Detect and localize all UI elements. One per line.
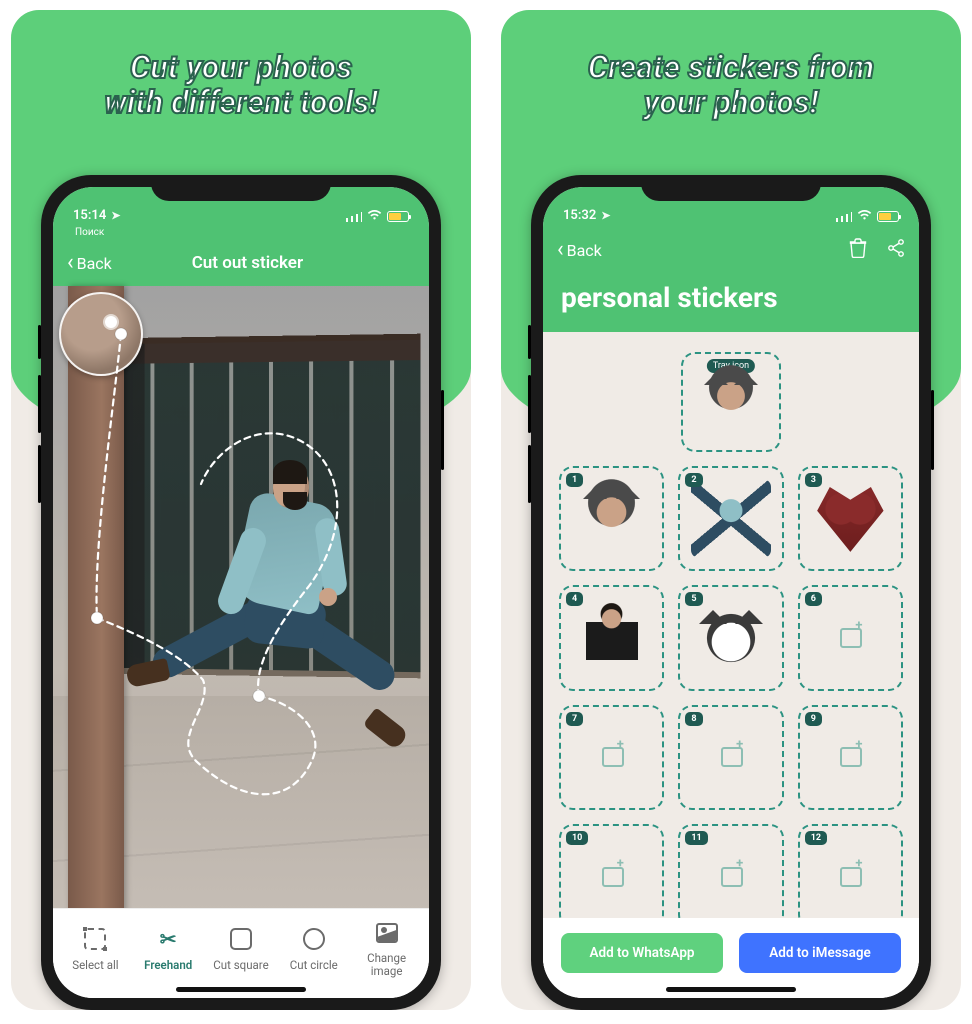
share-button[interactable] xyxy=(887,238,905,263)
sticker-slot[interactable]: 1 xyxy=(559,466,664,571)
wifi-icon xyxy=(857,209,872,223)
sticker-slot[interactable]: 5 xyxy=(678,585,783,690)
add-icon xyxy=(721,867,741,887)
sticker-slot[interactable]: 4 xyxy=(559,585,664,690)
status-carrier: Поиск xyxy=(53,227,429,240)
tool-change-image[interactable]: Change image xyxy=(355,920,419,977)
trash-button[interactable] xyxy=(849,238,867,263)
tool-label: Cut circle xyxy=(290,958,338,972)
sticker-thumb xyxy=(694,365,769,440)
photo-pillar xyxy=(68,286,124,926)
navbar: ‹ Back Cut out sticker xyxy=(53,240,429,286)
add-icon xyxy=(602,867,622,887)
photo-subject xyxy=(133,436,393,776)
sticker-slot[interactable]: 2 xyxy=(678,466,783,571)
add-icon xyxy=(840,628,860,648)
sticker-slot[interactable]: 6 xyxy=(798,585,903,690)
add-icon xyxy=(840,867,860,887)
tool-select-all[interactable]: Select all xyxy=(63,926,127,972)
sticker-slot[interactable]: 12 xyxy=(798,824,903,929)
add-to-whatsapp-button[interactable]: Add to WhatsApp xyxy=(561,933,723,973)
home-indicator xyxy=(176,987,306,992)
sticker-slot[interactable]: 3 xyxy=(798,466,903,571)
phone-device-1: 15:14 ➤ Поиск ‹ xyxy=(41,175,441,1010)
circle-icon xyxy=(303,928,325,950)
sticker-thumb xyxy=(572,479,651,558)
add-icon xyxy=(840,747,860,767)
sticker-slot[interactable]: 11 xyxy=(678,824,783,929)
location-icon: ➤ xyxy=(111,209,120,222)
phone-screen-2: 15:32 ➤ ‹ Back xyxy=(543,187,919,998)
share-icon xyxy=(887,238,905,258)
tool-label: Change image xyxy=(367,952,406,977)
tool-label: Cut square xyxy=(213,958,268,972)
scissors-icon: ✂ xyxy=(155,926,181,952)
square-icon xyxy=(230,928,252,950)
sticker-thumb xyxy=(691,479,770,558)
sticker-slot[interactable]: 9 xyxy=(798,705,903,810)
status-time: 15:32 xyxy=(563,208,596,223)
tray-icon-slot[interactable]: Tray icon xyxy=(681,352,781,452)
sticker-thumb xyxy=(572,598,651,677)
sticker-grid: Tray icon 1 2 3 4 5 6 7 8 9 10 xyxy=(543,332,919,972)
signal-icon xyxy=(836,211,852,222)
battery-icon xyxy=(877,211,899,222)
wifi-icon xyxy=(367,209,382,223)
battery-icon xyxy=(387,211,409,222)
sticker-thumb xyxy=(691,598,770,677)
back-button[interactable]: ‹ Back xyxy=(557,239,602,261)
status-bar: 15:14 ➤ xyxy=(53,187,429,227)
headline-2: Create stickers from your photos! xyxy=(501,50,961,120)
sticker-slot[interactable]: 10 xyxy=(559,824,664,929)
chevron-left-icon: ‹ xyxy=(67,252,74,274)
tool-label: Select all xyxy=(72,958,118,972)
phone-side-button xyxy=(38,375,41,433)
status-time: 15:14 xyxy=(73,208,106,223)
promo-card-2: Create stickers from your photos! 15:32 … xyxy=(501,10,961,1010)
location-icon: ➤ xyxy=(601,209,610,222)
phone-side-button xyxy=(441,390,444,470)
image-icon xyxy=(376,923,398,943)
photo-canvas[interactable] xyxy=(53,286,429,926)
navbar: ‹ Back xyxy=(543,227,919,273)
phone-side-button xyxy=(931,390,934,470)
headline-2-line1: Create stickers from xyxy=(541,50,921,85)
add-icon xyxy=(602,747,622,767)
trash-icon xyxy=(849,238,867,258)
phone-side-button xyxy=(38,445,41,503)
phone-side-button xyxy=(528,375,531,433)
headline-2-line2: your photos! xyxy=(541,85,921,120)
phone-side-button xyxy=(528,325,531,359)
chevron-left-icon: ‹ xyxy=(557,239,564,261)
select-all-icon xyxy=(84,928,106,950)
signal-icon xyxy=(346,211,362,222)
phone-device-2: 15:32 ➤ ‹ Back xyxy=(531,175,931,1010)
headline-1-line2: with different tools! xyxy=(51,85,431,120)
navbar-title: Cut out sticker xyxy=(80,253,415,273)
phone-side-button xyxy=(528,445,531,503)
back-label: Back xyxy=(567,241,602,260)
tool-label: Freehand xyxy=(144,958,192,972)
status-bar: 15:32 ➤ xyxy=(543,187,919,227)
tool-cut-circle[interactable]: Cut circle xyxy=(282,926,346,972)
add-icon xyxy=(721,747,741,767)
headline-1: Cut your photos with different tools! xyxy=(11,50,471,120)
add-to-imessage-button[interactable]: Add to iMessage xyxy=(739,933,901,973)
sticker-slot[interactable]: 7 xyxy=(559,705,664,810)
phone-screen-1: 15:14 ➤ Поиск ‹ xyxy=(53,187,429,998)
sticker-thumb xyxy=(811,479,890,558)
home-indicator xyxy=(666,987,796,992)
headline-1-line1: Cut your photos xyxy=(51,50,431,85)
promo-card-1: Cut your photos with different tools! 15… xyxy=(11,10,471,1010)
export-actions: Add to WhatsApp Add to iMessage xyxy=(543,918,919,998)
tool-freehand[interactable]: ✂ Freehand xyxy=(136,926,200,972)
editor-toolbar: Select all ✂ Freehand Cut square Cut cir… xyxy=(53,908,429,998)
magnifier-loupe[interactable] xyxy=(59,292,143,376)
phone-side-button xyxy=(38,325,41,359)
tool-cut-square[interactable]: Cut square xyxy=(209,926,273,972)
page-title: personal stickers xyxy=(543,273,919,332)
sticker-slot[interactable]: 8 xyxy=(678,705,783,810)
